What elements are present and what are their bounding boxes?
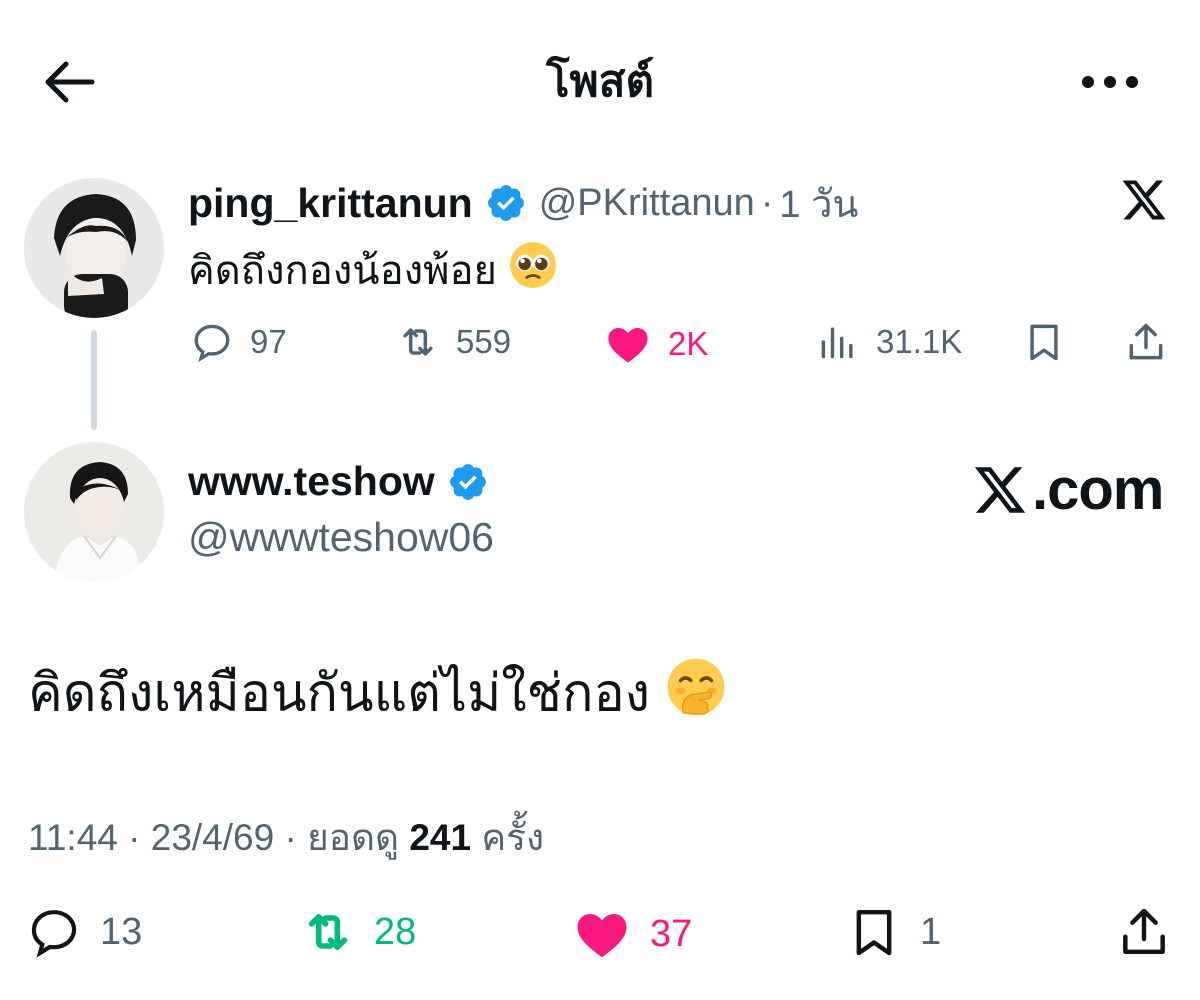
separator-dot: ·: [284, 817, 297, 858]
share-button[interactable]: [1116, 904, 1172, 960]
share-icon: [1129, 323, 1163, 360]
main-post-text-row: คิดถึงเหมือนกันแต่ไม่ใช่กอง: [28, 656, 727, 738]
bookmark-button[interactable]: [1022, 320, 1066, 364]
avatar-ping-krittanun[interactable]: [24, 178, 164, 318]
verified-badge-icon: [449, 463, 486, 500]
post-time[interactable]: 11:44: [28, 817, 118, 858]
analytics-icon: [821, 327, 853, 359]
reply-button[interactable]: 13: [26, 904, 142, 960]
handle[interactable]: @PKrittanun: [539, 182, 755, 225]
share-icon: [1123, 908, 1165, 955]
avatar-image: [24, 178, 164, 318]
reply-icon: [31, 910, 77, 958]
x-logo-glyph: [1122, 180, 1166, 220]
x-logo-icon[interactable]: [1118, 176, 1170, 224]
display-name[interactable]: www.teshow: [188, 458, 435, 505]
reply-icon: [194, 324, 230, 363]
x-logo-icon: [974, 466, 1026, 513]
x-com-watermark: .com: [970, 456, 1164, 523]
pleading-face-emoji: [508, 240, 558, 307]
quoted-post-text-row: คิดถึงกองน้องพ้อย: [188, 240, 558, 307]
quoted-post-header: ping_krittanun @PKrittanun · 1 วัน: [188, 176, 858, 230]
repost-icon: [403, 328, 433, 356]
post-time[interactable]: 1 วัน: [779, 173, 858, 234]
watermark-text: .com: [1032, 457, 1164, 522]
repost-icon: [308, 914, 348, 950]
avatar-image: [24, 442, 164, 582]
reply-count: 97: [250, 323, 287, 360]
avatar-www-teshow[interactable]: [24, 442, 164, 582]
display-name[interactable]: ping_krittanun: [188, 180, 473, 227]
more-horizontal-icon: [1082, 76, 1138, 88]
repost-button[interactable]: 559: [396, 320, 511, 364]
quoted-post-text: คิดถึงกองน้องพ้อย: [188, 249, 497, 294]
main-post-text: คิดถึงเหมือนกันแต่ไม่ใช่กอง: [28, 664, 651, 723]
heart-filled-icon: [577, 914, 627, 958]
like-button[interactable]: 37: [572, 904, 692, 964]
thread-connector-line: [91, 330, 97, 430]
views-label: ยอดดู: [307, 817, 400, 858]
page-title: โพสต์: [545, 57, 655, 106]
repost-count: 28: [374, 910, 417, 953]
main-post-header: www.teshow: [188, 458, 489, 505]
bookmark-icon: [1030, 324, 1058, 361]
like-count: 2K: [668, 325, 709, 362]
reply-button[interactable]: 97: [190, 320, 287, 364]
views-count: 31.1K: [876, 323, 963, 360]
views-unit: ครั้ง: [481, 817, 545, 858]
more-button[interactable]: [1078, 62, 1142, 102]
reply-count: 13: [100, 910, 143, 953]
views-count: 241: [409, 817, 472, 858]
separator-dot: ·: [760, 181, 774, 224]
repost-button[interactable]: 28: [300, 904, 416, 960]
verified-badge-icon: [487, 185, 524, 221]
views-button[interactable]: 31.1K: [816, 320, 962, 364]
like-count: 37: [650, 912, 693, 955]
repost-count: 559: [456, 323, 512, 360]
share-button[interactable]: [1124, 320, 1168, 364]
post-metadata: 11:44 · 23/4/69 · ยอดดู 241 ครั้ง: [28, 808, 544, 867]
bookmark-button[interactable]: 1: [846, 904, 941, 960]
handle[interactable]: @wwwteshow06: [188, 514, 494, 561]
like-button[interactable]: 2K: [604, 320, 708, 368]
bookmark-icon: [856, 909, 892, 956]
post-date[interactable]: 23/4/69: [151, 817, 274, 858]
separator-dot: ·: [128, 817, 141, 858]
bookmark-count: 1: [920, 910, 942, 953]
heart-filled-icon: [608, 328, 648, 363]
face-with-hand-over-mouth-emoji: [665, 656, 727, 738]
